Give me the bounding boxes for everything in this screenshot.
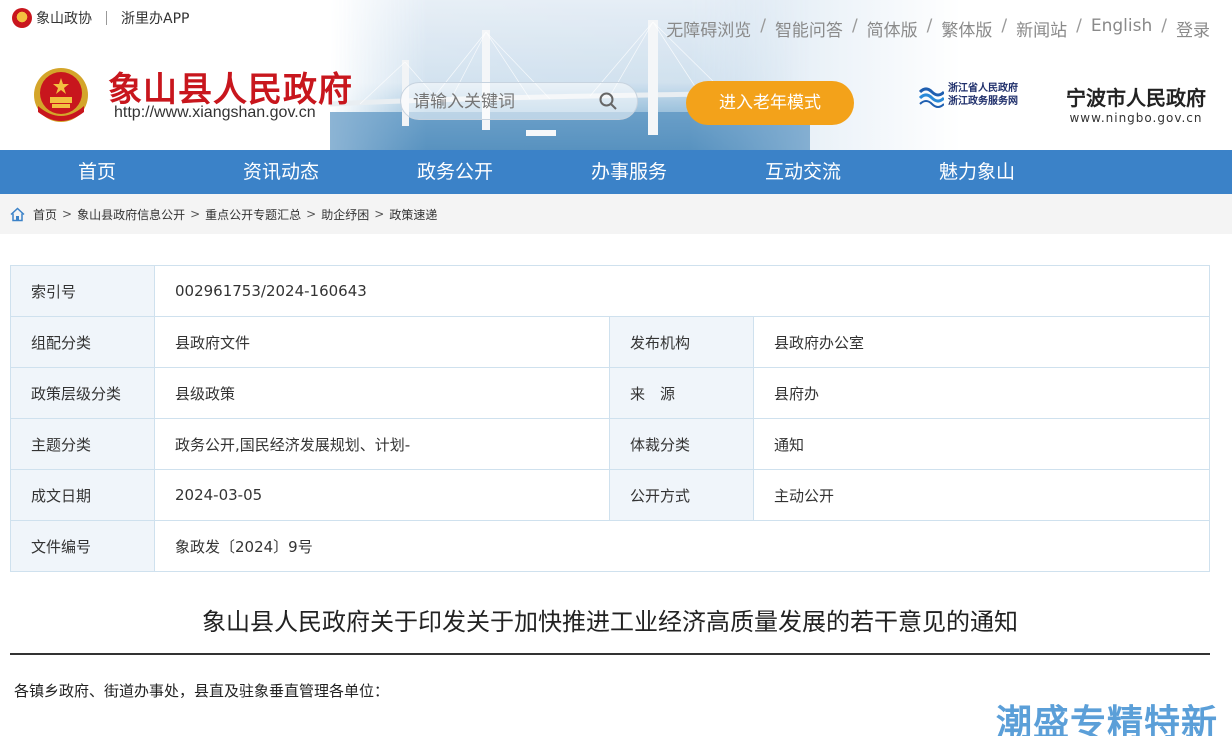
national-emblem-icon[interactable] (32, 66, 90, 124)
nav-item-news[interactable]: 资讯动态 (194, 150, 368, 194)
nav-item-home[interactable]: 首页 (0, 150, 194, 194)
title-divider (10, 653, 1210, 655)
elder-mode-button[interactable]: 进入老年模式 (686, 81, 854, 125)
news-site-link[interactable]: 新闻站 (1016, 16, 1067, 41)
doc-number-value: 象政发〔2024〕9号 (154, 520, 1210, 572)
index-value: 002961753/2024-160643 (154, 265, 1210, 317)
search-icon[interactable] (599, 92, 617, 110)
site-url: http://www.xiangshan.gov.cn (114, 104, 316, 121)
category-value: 县政府文件 (154, 316, 610, 368)
zhejiang-wave-icon (918, 87, 944, 108)
main-nav: 首页 资讯动态 政务公开 办事服务 互动交流 魅力象山 (0, 150, 1232, 194)
disclosure-value: 主动公开 (753, 469, 1210, 521)
genre-value: 通知 (753, 418, 1210, 470)
site-header: 象山政协 浙里办APP 无障碍浏览 / 智能问答 / 简体版 / 繁体版 / 新… (0, 0, 1232, 150)
policy-level-label: 政策层级分类 (10, 367, 155, 419)
article-salutation: 各镇乡政府、街道办事处，县直及驻象垂直管理各单位： (14, 682, 390, 700)
zhejiang-gov-name: 浙江省人民政府 (948, 83, 1018, 94)
table-row: 组配分类 县政府文件 发布机构 县政府办公室 (10, 316, 1210, 368)
article-title: 象山县人民政府关于印发关于加快推进工业经济高质量发展的若干意见的通知 (202, 608, 1018, 636)
publisher-label: 发布机构 (609, 316, 754, 368)
topic-label: 主题分类 (10, 418, 155, 470)
topic-value: 政务公开,国民经济发展规划、计划- (154, 418, 610, 470)
breadcrumb-policy-express[interactable]: 政策速递 (389, 206, 437, 223)
source-value: 县府办 (753, 367, 1210, 419)
breadcrumb-key-topics[interactable]: 重点公开专题汇总 (205, 206, 301, 223)
breadcrumb-home[interactable]: 首页 (33, 206, 57, 223)
watermark-text: 潮盛专精特新 (996, 703, 1219, 736)
disclosure-label: 公开方式 (609, 469, 754, 521)
nav-item-gov-affairs[interactable]: 政务公开 (368, 150, 542, 194)
search-input[interactable] (413, 91, 593, 113)
divider (106, 11, 107, 25)
nav-item-interaction[interactable]: 互动交流 (716, 150, 890, 194)
zhejiang-service-name: 浙江政务服务网 (948, 96, 1018, 107)
simplified-link[interactable]: 简体版 (867, 16, 918, 41)
breadcrumb-info-disclosure[interactable]: 象山县政府信息公开 (77, 206, 185, 223)
traditional-link[interactable]: 繁体版 (941, 16, 992, 41)
index-label: 索引号 (10, 265, 155, 317)
table-row: 索引号 002961753/2024-160643 (10, 265, 1210, 317)
date-value: 2024-03-05 (154, 469, 610, 521)
nav-item-charm[interactable]: 魅力象山 (890, 150, 1064, 194)
top-links-right: 无障碍浏览 / 智能问答 / 简体版 / 繁体版 / 新闻站 / English… (666, 16, 1210, 41)
ningbo-gov-name: 宁波市人民政府 (1066, 86, 1206, 110)
breadcrumb: 首页 > 象山县政府信息公开 > 重点公开专题汇总 > 助企纾困 > 政策速递 (0, 194, 1232, 234)
doc-number-label: 文件编号 (10, 520, 155, 572)
date-label: 成文日期 (10, 469, 155, 521)
nav-item-services[interactable]: 办事服务 (542, 150, 716, 194)
ningbo-gov-logo[interactable]: 宁波市人民政府 www.ningbo.gov.cn (1066, 82, 1206, 125)
ningbo-gov-url: www.ningbo.gov.cn (1069, 111, 1203, 125)
login-link[interactable]: 登录 (1176, 16, 1210, 41)
cppcc-link[interactable]: 象山政协 (36, 8, 92, 28)
genre-label: 体裁分类 (609, 418, 754, 470)
english-link[interactable]: English (1091, 16, 1152, 41)
zhejiang-gov-logo[interactable]: 浙江省人民政府 浙江政务服务网 (918, 82, 1018, 108)
category-label: 组配分类 (10, 316, 155, 368)
accessibility-link[interactable]: 无障碍浏览 (666, 16, 751, 41)
search-box (400, 82, 638, 120)
emblem-small-icon (12, 8, 32, 28)
table-row: 主题分类 政务公开,国民经济发展规划、计划- 体裁分类 通知 (10, 418, 1210, 470)
home-icon (10, 206, 25, 221)
source-label: 来 源 (609, 367, 754, 419)
smart-qa-link[interactable]: 智能问答 (775, 16, 843, 41)
breadcrumb-enterprise-relief[interactable]: 助企纾困 (321, 206, 369, 223)
zheliban-app-link[interactable]: 浙里办APP (121, 8, 189, 28)
document-info-table: 索引号 002961753/2024-160643 组配分类 县政府文件 发布机… (10, 265, 1210, 572)
top-links-left: 象山政协 浙里办APP (12, 8, 189, 28)
publisher-value: 县政府办公室 (753, 316, 1210, 368)
table-row: 政策层级分类 县级政策 来 源 县府办 (10, 367, 1210, 419)
table-row: 成文日期 2024-03-05 公开方式 主动公开 (10, 469, 1210, 521)
policy-level-value: 县级政策 (154, 367, 610, 419)
table-row: 文件编号 象政发〔2024〕9号 (10, 520, 1210, 572)
